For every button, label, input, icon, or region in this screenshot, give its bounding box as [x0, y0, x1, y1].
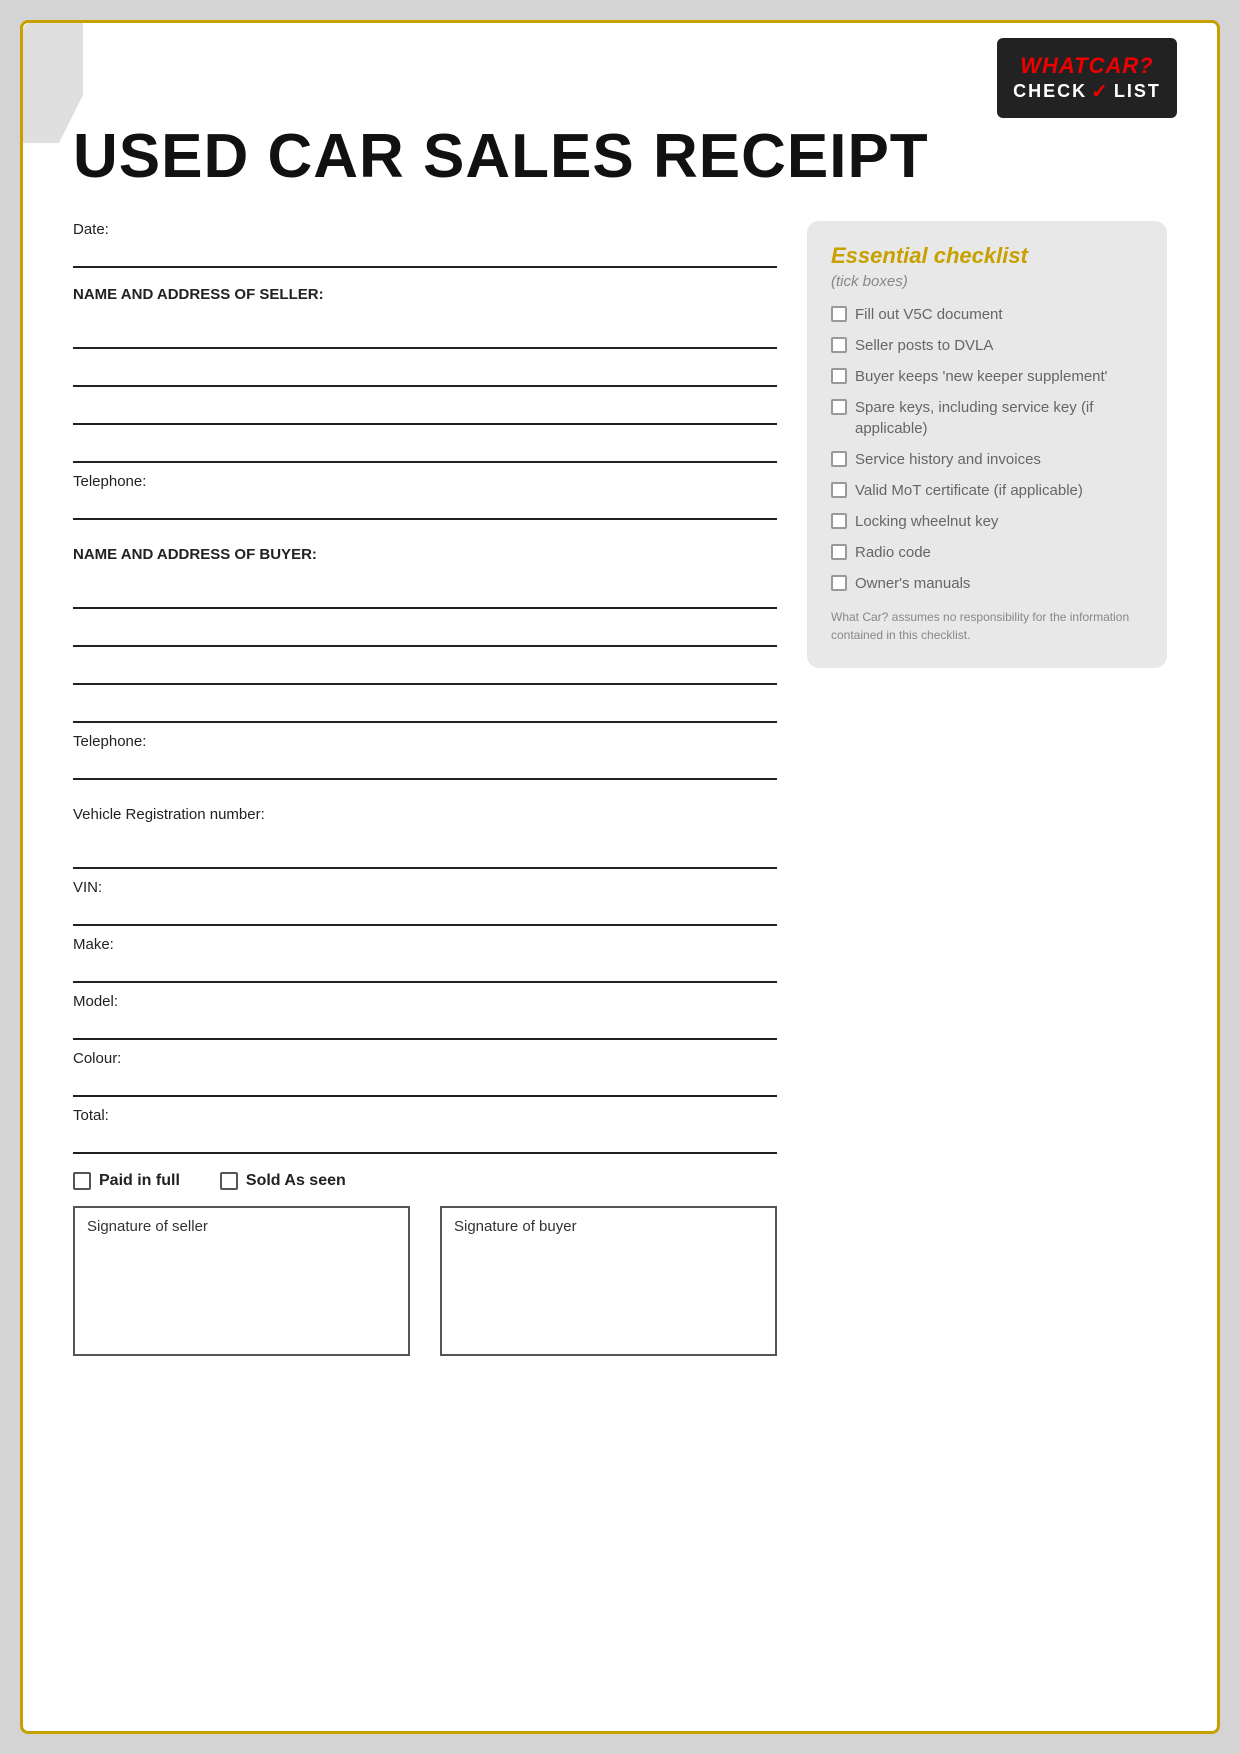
seller-telephone-label: Telephone: [73, 473, 777, 490]
checklist-column: Essential checklist (tick boxes) Fill ou… [807, 221, 1167, 1356]
logo-car-text: CAR? [1089, 53, 1154, 78]
seller-line-3 [73, 397, 777, 425]
seller-telephone-row: Telephone: [73, 473, 777, 520]
whatcar-logo: WHATCAR? CHECK✓LIST [997, 38, 1177, 118]
buyer-signature-box: Signature of buyer [440, 1206, 777, 1356]
colour-label: Colour: [73, 1050, 777, 1067]
checklist-text-manuals: Owner's manuals [855, 573, 970, 594]
seller-line-4 [73, 435, 777, 463]
buyer-line-3 [73, 657, 777, 685]
checklist-box: Essential checklist (tick boxes) Fill ou… [807, 221, 1167, 668]
checklist-text-radio: Radio code [855, 542, 931, 563]
seller-label: NAME AND ADDRESS OF SELLER: [73, 286, 777, 303]
vehicle-reg-label: Vehicle Registration number: [73, 806, 777, 823]
vin-row: VIN: [73, 879, 777, 926]
buyer-line-1 [73, 581, 777, 609]
make-line [73, 955, 777, 983]
buyer-telephone-line [73, 752, 777, 780]
checklist-item-dvla[interactable]: Seller posts to DVLA [831, 335, 1143, 356]
checklist-checkbox-wheelnut[interactable] [831, 513, 847, 529]
logo-whatcar-text: WHATCAR? [1020, 53, 1153, 79]
checklist-checkbox-manuals[interactable] [831, 575, 847, 591]
checkbox-row: Paid in full Sold As seen [73, 1172, 777, 1190]
date-label: Date: [73, 221, 777, 238]
checklist-checkbox-dvla[interactable] [831, 337, 847, 353]
total-line [73, 1126, 777, 1154]
logo-checklist-text: CHECK✓LIST [1013, 79, 1161, 104]
checklist-item-keeper[interactable]: Buyer keeps 'new keeper supplement' [831, 366, 1143, 387]
checklist-disclaimer: What Car? assumes no responsibility for … [831, 608, 1143, 644]
colour-line [73, 1069, 777, 1097]
seller-line-1 [73, 321, 777, 349]
model-line [73, 1012, 777, 1040]
checklist-subtitle: (tick boxes) [831, 273, 1143, 290]
model-label: Model: [73, 993, 777, 1010]
date-line [73, 240, 777, 268]
checklist-text-service: Service history and invoices [855, 449, 1041, 470]
paid-full-label: Paid in full [99, 1172, 180, 1190]
checklist-item-keys[interactable]: Spare keys, including service key (if ap… [831, 397, 1143, 439]
checklist-item-manuals[interactable]: Owner's manuals [831, 573, 1143, 594]
colour-row: Colour: [73, 1050, 777, 1097]
checklist-checkbox-keys[interactable] [831, 399, 847, 415]
checklist-checkbox-mot[interactable] [831, 482, 847, 498]
seller-signature-box: Signature of seller [73, 1206, 410, 1356]
checklist-item-service[interactable]: Service history and invoices [831, 449, 1143, 470]
checklist-text-mot: Valid MoT certificate (if applicable) [855, 480, 1083, 501]
checklist-item-radio[interactable]: Radio code [831, 542, 1143, 563]
buyer-signature-label: Signature of buyer [454, 1218, 577, 1235]
checklist-item-v5c[interactable]: Fill out V5C document [831, 304, 1143, 325]
buyer-telephone-label: Telephone: [73, 733, 777, 750]
sold-as-seen-item[interactable]: Sold As seen [220, 1172, 346, 1190]
vehicle-reg-row: Vehicle Registration number: [73, 806, 777, 869]
buyer-label: NAME AND ADDRESS OF BUYER: [73, 546, 777, 563]
checklist-checkbox-v5c[interactable] [831, 306, 847, 322]
logo-check-symbol: ✓ [1091, 79, 1110, 104]
checklist-checkbox-service[interactable] [831, 451, 847, 467]
make-row: Make: [73, 936, 777, 983]
model-row: Model: [73, 993, 777, 1040]
vin-line [73, 898, 777, 926]
seller-line-2 [73, 359, 777, 387]
checklist-title: Essential checklist [831, 243, 1143, 269]
checklist-checkbox-keeper[interactable] [831, 368, 847, 384]
vehicle-reg-line [73, 841, 777, 869]
vin-label: VIN: [73, 879, 777, 896]
make-label: Make: [73, 936, 777, 953]
checklist-text-v5c: Fill out V5C document [855, 304, 1003, 325]
total-row: Total: [73, 1107, 777, 1154]
page-title: USED CAR SALES RECEIPT [73, 123, 1167, 191]
seller-signature-label: Signature of seller [87, 1218, 208, 1235]
content-area: Date: NAME AND ADDRESS OF SELLER: Teleph… [73, 221, 1167, 1356]
checklist-checkbox-radio[interactable] [831, 544, 847, 560]
checklist-item-wheelnut[interactable]: Locking wheelnut key [831, 511, 1143, 532]
signature-area: Signature of seller Signature of buyer [73, 1206, 777, 1356]
date-field-row: Date: [73, 221, 777, 268]
buyer-telephone-row: Telephone: [73, 733, 777, 780]
checklist-text-keys: Spare keys, including service key (if ap… [855, 397, 1143, 439]
document-page: WHATCAR? CHECK✓LIST USED CAR SALES RECEI… [20, 20, 1220, 1734]
sold-as-seen-checkbox[interactable] [220, 1172, 238, 1190]
checklist-item-mot[interactable]: Valid MoT certificate (if applicable) [831, 480, 1143, 501]
logo-what-text: WHAT [1020, 53, 1088, 78]
total-label: Total: [73, 1107, 777, 1124]
sold-as-seen-label: Sold As seen [246, 1172, 346, 1190]
seller-section: NAME AND ADDRESS OF SELLER: [73, 286, 777, 463]
checklist-text-keeper: Buyer keeps 'new keeper supplement' [855, 366, 1108, 387]
buyer-section: NAME AND ADDRESS OF BUYER: [73, 546, 777, 723]
paid-full-checkbox[interactable] [73, 1172, 91, 1190]
buyer-line-4 [73, 695, 777, 723]
paid-full-item[interactable]: Paid in full [73, 1172, 180, 1190]
checklist-text-wheelnut: Locking wheelnut key [855, 511, 998, 532]
seller-telephone-line [73, 492, 777, 520]
form-column: Date: NAME AND ADDRESS OF SELLER: Teleph… [73, 221, 777, 1356]
checklist-text-dvla: Seller posts to DVLA [855, 335, 993, 356]
buyer-line-2 [73, 619, 777, 647]
